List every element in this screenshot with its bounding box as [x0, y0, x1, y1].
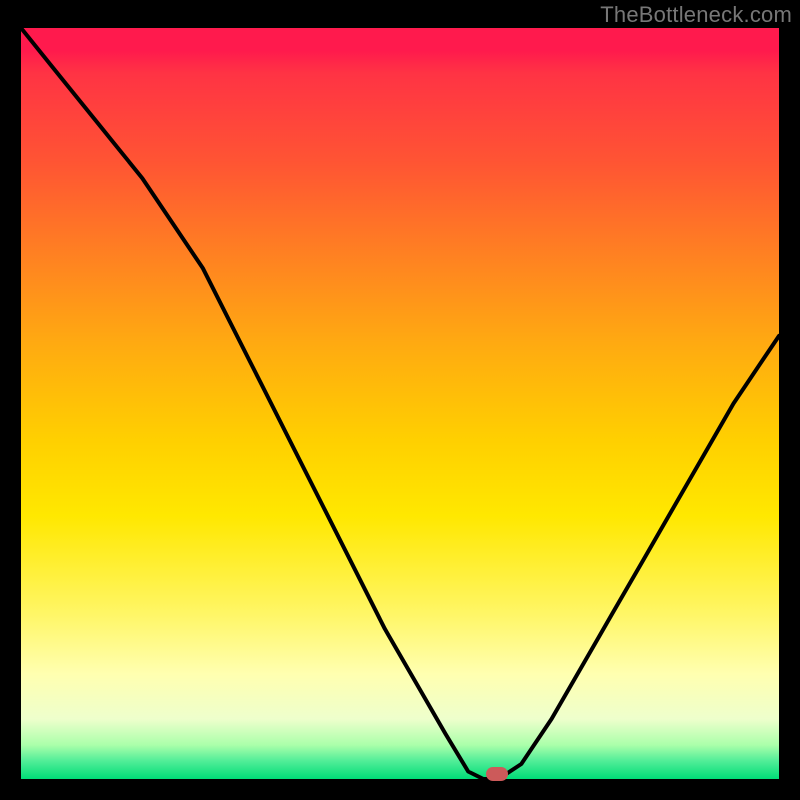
chart-frame: TheBottleneck.com	[0, 0, 800, 800]
optimal-point-marker	[486, 767, 508, 781]
attribution-label: TheBottleneck.com	[600, 2, 792, 28]
bottleneck-curve	[21, 28, 779, 779]
plot-area	[21, 28, 779, 779]
